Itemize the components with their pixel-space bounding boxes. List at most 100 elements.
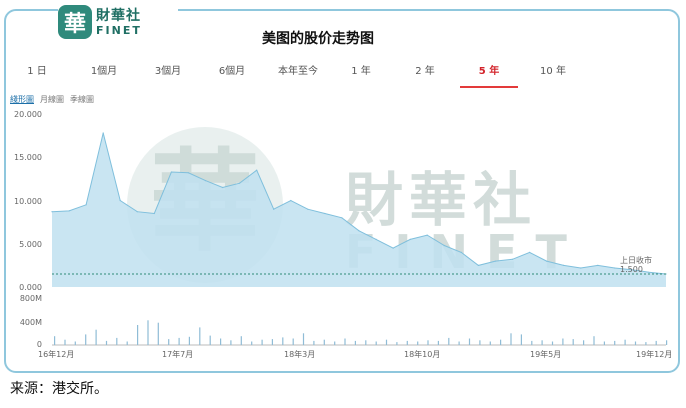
volume-bar xyxy=(261,339,263,345)
prev-close-value: 1.500 xyxy=(620,265,643,274)
volume-bar xyxy=(634,341,637,345)
price-point xyxy=(290,199,292,202)
volume-bar xyxy=(655,340,657,345)
volume-bar xyxy=(126,341,128,345)
price-point xyxy=(614,267,616,269)
volume-bar xyxy=(572,339,574,345)
volume-bar xyxy=(531,340,533,345)
volume-bar xyxy=(116,337,118,345)
y-tick: 5.000 xyxy=(19,240,42,249)
price-point xyxy=(324,212,326,215)
volume-bar xyxy=(292,338,294,345)
price-point xyxy=(222,186,224,189)
price-point xyxy=(494,260,496,262)
x-tick: 19年12月 xyxy=(636,349,672,359)
volume-bar xyxy=(520,334,522,345)
price-point xyxy=(102,132,104,134)
volume-bar xyxy=(375,341,377,345)
volume-bar xyxy=(251,341,253,345)
price-point xyxy=(563,264,565,266)
volume-tick: 400M xyxy=(20,318,42,327)
x-tick: 16年12月 xyxy=(38,349,74,359)
price-point xyxy=(529,251,531,253)
price-point xyxy=(392,247,394,249)
volume-tick: 800M xyxy=(20,294,42,303)
price-point xyxy=(443,244,445,247)
price-point xyxy=(648,271,650,273)
volume-bar xyxy=(64,339,66,345)
volume-bar xyxy=(85,334,87,345)
price-point xyxy=(307,208,309,210)
y-tick: 20.000 xyxy=(14,110,42,119)
volume-bar xyxy=(614,340,616,345)
price-point xyxy=(170,171,172,173)
volume-bar xyxy=(271,339,273,345)
volume-bar xyxy=(437,340,439,345)
price-point xyxy=(256,169,258,171)
volume-bar xyxy=(105,340,108,345)
volume-bar xyxy=(385,339,388,345)
volume-bar xyxy=(489,341,491,345)
volume-bar xyxy=(240,336,242,345)
volume-bar xyxy=(541,340,543,345)
x-axis: 16年12月 17年7月 18年3月 18年10月 19年5月 19年12月 xyxy=(38,349,672,359)
volume-bar xyxy=(365,340,367,345)
x-tick: 17年7月 xyxy=(162,349,193,359)
price-point xyxy=(204,180,207,182)
prev-close-label: 上日收市 xyxy=(620,255,652,265)
price-point xyxy=(477,264,479,266)
volume-bar xyxy=(220,338,222,345)
price-point xyxy=(68,210,70,212)
price-point xyxy=(187,172,189,174)
volume-bar xyxy=(406,340,408,345)
price-point xyxy=(546,260,548,262)
price-point xyxy=(460,251,462,253)
volume-bar xyxy=(334,341,336,345)
price-point xyxy=(341,217,343,219)
volume-bar xyxy=(178,337,180,345)
volume-bar xyxy=(603,341,605,345)
volume-bar xyxy=(666,340,668,345)
price-point xyxy=(273,208,275,210)
x-tick: 18年3月 xyxy=(284,349,315,359)
volume-bar xyxy=(209,335,211,345)
price-y-axis: 20.000 15.000 10.000 5.000 0.000 xyxy=(14,110,42,292)
volume-bar xyxy=(624,339,626,345)
price-point xyxy=(119,199,121,202)
volume-bar xyxy=(282,337,284,345)
price-point xyxy=(358,230,360,232)
price-point xyxy=(511,258,514,260)
volume-bar xyxy=(448,337,450,345)
volume-bar xyxy=(562,338,564,345)
volume-bar xyxy=(74,341,76,345)
volume-y-axis: 800M 400M 0 xyxy=(20,294,42,349)
volume-bar xyxy=(396,342,398,345)
price-point xyxy=(409,238,411,240)
price-point xyxy=(375,238,377,240)
volume-bar xyxy=(137,325,139,345)
y-tick: 10.000 xyxy=(14,197,42,206)
volume-bar xyxy=(157,322,159,345)
price-point xyxy=(51,211,53,213)
volume-bar xyxy=(188,336,190,345)
x-tick: 19年5月 xyxy=(530,349,561,359)
source-note: 来源：港交所。 xyxy=(10,381,108,397)
volume-bar xyxy=(344,338,346,345)
y-tick: 15.000 xyxy=(14,153,42,162)
volume-bar xyxy=(313,340,315,345)
volume-bar xyxy=(323,339,325,345)
volume-bar xyxy=(645,342,647,345)
price-point xyxy=(136,211,138,213)
volume-bar xyxy=(458,341,460,345)
volume-bar xyxy=(230,340,232,345)
x-tick: 18年10月 xyxy=(404,349,440,359)
volume-bar xyxy=(468,338,471,345)
volume-bar xyxy=(510,333,512,346)
volume-bar xyxy=(354,340,356,345)
volume-bar xyxy=(583,340,585,345)
price-chart: 華 財華社 FINET 20.000 15.000 10.000 5.000 0… xyxy=(14,110,672,359)
volume-series xyxy=(54,320,668,346)
price-point xyxy=(426,234,428,236)
volume-tick: 0 xyxy=(37,340,42,349)
volume-bar xyxy=(95,329,97,345)
